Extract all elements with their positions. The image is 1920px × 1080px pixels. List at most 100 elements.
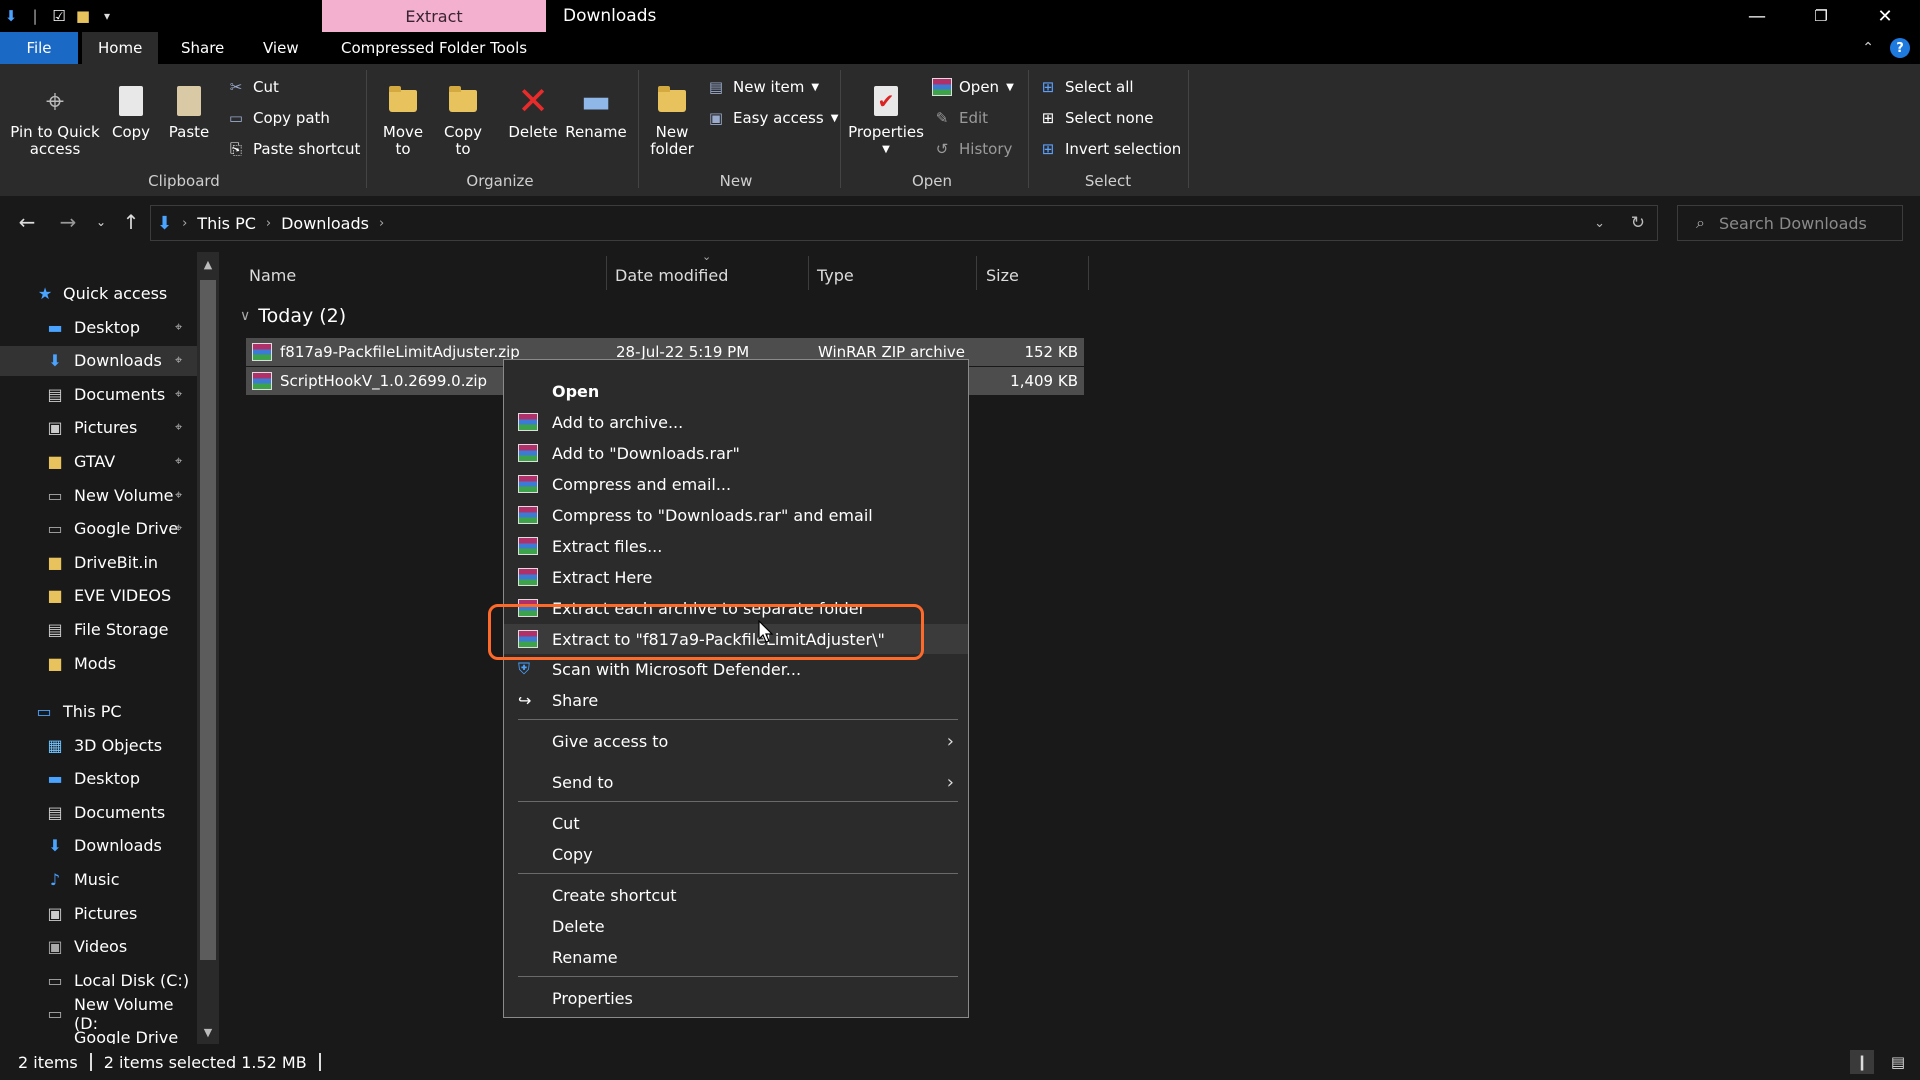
scroll-down-icon[interactable]: ▼ (200, 1026, 216, 1039)
menu-item-create-shortcut[interactable]: Create shortcut (504, 880, 968, 910)
nav-this-pc[interactable]: ▭ This PC (0, 696, 200, 726)
large-icons-view-icon[interactable]: ▤ (1886, 1050, 1910, 1074)
breadcrumb-downloads[interactable]: Downloads (281, 214, 369, 233)
invert-selection-button[interactable]: ⊞ Invert selection (1038, 138, 1182, 160)
column-divider[interactable] (606, 256, 607, 290)
tab-compressed-folder-tools[interactable]: Compressed Folder Tools (325, 32, 543, 64)
nav-item[interactable]: ▭ Google Drive ⌖ (0, 514, 200, 544)
delete-button[interactable]: ✕ Delete (505, 82, 561, 141)
column-header-date-modified[interactable]: Date modified (615, 260, 728, 290)
copy-path-button[interactable]: ▭ Copy path (226, 107, 330, 129)
column-header-type[interactable]: Type (817, 260, 854, 290)
nav-item[interactable]: ▭ Local Disk (C:) (0, 965, 200, 995)
nav-item[interactable]: ▭ Google Drive (G: (0, 1028, 200, 1044)
forward-arrow-icon[interactable]: → (53, 207, 83, 237)
customize-toolbar-icon[interactable]: ▾ (98, 7, 116, 25)
nav-item[interactable]: ▤ File Storage (0, 614, 200, 644)
history-button[interactable]: ↺ History (932, 138, 1013, 160)
back-arrow-icon[interactable]: ← (12, 207, 42, 237)
move-to-button[interactable]: Move to (378, 82, 428, 158)
details-view-icon[interactable]: ❙ (1850, 1050, 1874, 1074)
nav-item[interactable]: ▭ New Volume (D: (0, 995, 200, 1033)
nav-item[interactable]: ▤ Documents ⌖ (0, 379, 200, 409)
collapse-ribbon-icon[interactable]: ⌃ (1862, 40, 1874, 56)
menu-item-winrar[interactable]: Add to archive... (504, 407, 968, 437)
new-folder-button[interactable]: New folder (644, 82, 700, 158)
up-arrow-icon[interactable]: ↑ (116, 207, 146, 237)
tab-file[interactable]: File (0, 32, 78, 64)
menu-item-give-access-to[interactable]: Give access to › (504, 726, 968, 756)
tab-view[interactable]: View (247, 32, 315, 64)
menu-item-cut[interactable]: Cut (504, 808, 968, 838)
nav-item[interactable]: ▤ Documents (0, 797, 200, 827)
open-button[interactable]: Open ▼ (932, 76, 1014, 98)
nav-item[interactable]: ■ DriveBit.in (0, 547, 200, 577)
nav-item[interactable]: ⬇ Downloads (0, 831, 200, 861)
nav-item[interactable]: ⬇ Downloads ⌖ (0, 345, 200, 376)
column-divider[interactable] (808, 256, 809, 290)
menu-item-open[interactable]: Open (504, 376, 968, 406)
column-divider[interactable] (1088, 256, 1089, 290)
column-divider[interactable] (976, 256, 977, 290)
close-icon[interactable]: ✕ (1856, 0, 1914, 32)
nav-item[interactable]: ▦ 3D Objects (0, 730, 200, 760)
menu-item-winrar[interactable]: Extract files... (504, 531, 968, 561)
select-none-button[interactable]: ⊞ Select none (1038, 107, 1154, 129)
nav-item[interactable]: ■ GTAV ⌖ (0, 446, 200, 476)
nav-item[interactable]: ■ Mods (0, 648, 200, 678)
paste-button[interactable]: Paste (164, 82, 214, 141)
new-folder-icon[interactable]: ■ (74, 7, 92, 25)
paste-shortcut-button[interactable]: ⎘ Paste shortcut (226, 138, 360, 160)
tab-share[interactable]: Share (165, 32, 240, 64)
nav-item[interactable]: ▣ Pictures ⌖ (0, 413, 200, 443)
nav-item[interactable]: ▬ Desktop (0, 764, 200, 794)
menu-item-properties[interactable]: Properties (504, 983, 968, 1013)
menu-item-winrar[interactable]: Add to "Downloads.rar" (504, 438, 968, 468)
rename-button[interactable]: ▬ Rename (565, 82, 627, 141)
menu-item-winrar[interactable]: Compress and email... (504, 469, 968, 499)
copy-to-button[interactable]: Copy to (438, 82, 488, 158)
menu-item-winrar[interactable]: Compress to "Downloads.rar" and email (504, 500, 968, 530)
menu-item-delete[interactable]: Delete (504, 911, 968, 941)
scroll-up-icon[interactable]: ▲ (200, 258, 216, 271)
down-arrow-icon[interactable]: ⬇ (2, 7, 20, 25)
breadcrumb-this-pc[interactable]: This PC (197, 214, 256, 233)
menu-item-winrar[interactable]: Extract Here (504, 562, 968, 592)
group-label-organize: Organize (466, 172, 534, 190)
file-size: 1,409 KB (1010, 372, 1078, 390)
properties-button[interactable]: ✔ Properties ▼ (848, 82, 924, 158)
easy-access-button[interactable]: ▣ Easy access ▼ (706, 107, 838, 129)
cut-button[interactable]: ✂ Cut (226, 76, 279, 98)
group-header-today[interactable]: ∨ Today (2) (240, 302, 346, 330)
menu-item-send-to[interactable]: Send to › (504, 767, 968, 797)
properties-check-icon[interactable]: ☑ (50, 7, 68, 25)
select-all-button[interactable]: ⊞ Select all (1038, 76, 1134, 98)
nav-item[interactable]: ▣ Pictures (0, 898, 200, 928)
column-header-name[interactable]: Name (249, 260, 296, 290)
new-item-button[interactable]: ▤ New item ▼ (706, 76, 819, 98)
nav-pane-scroll-thumb[interactable] (200, 280, 216, 960)
copy-button[interactable]: Copy (106, 82, 156, 141)
refresh-icon[interactable]: ↻ (1631, 213, 1645, 233)
nav-quick-access[interactable]: ★ Quick access (0, 278, 200, 308)
recent-locations-chevron-icon[interactable]: ⌄ (86, 207, 116, 237)
tab-home[interactable]: Home (82, 32, 159, 64)
address-history-chevron-icon[interactable]: ⌄ (1594, 216, 1605, 231)
nav-item[interactable]: ▭ New Volume ⌖ (0, 480, 200, 510)
menu-item-copy[interactable]: Copy (504, 839, 968, 869)
column-header-size[interactable]: Size (986, 260, 1019, 290)
address-bar[interactable]: ⬇ › This PC › Downloads › ⌄ ↻ (150, 205, 1658, 241)
menu-item-rename[interactable]: Rename (504, 942, 968, 972)
search-input[interactable]: ⌕ Search Downloads (1677, 205, 1903, 241)
help-icon[interactable]: ? (1890, 38, 1910, 58)
nav-item[interactable]: ♪ Music (0, 864, 200, 894)
minimize-icon[interactable]: — (1728, 0, 1786, 32)
pin-to-quick-access-button[interactable]: ⌖ Pin to Quick access (8, 82, 102, 158)
menu-item-share[interactable]: ↪ Share (504, 685, 968, 715)
nav-item[interactable]: ■ EVE VIDEOS (0, 581, 200, 611)
nav-item[interactable]: ▣ Videos (0, 932, 200, 962)
nav-item[interactable]: ▬ Desktop ⌖ (0, 312, 200, 342)
edit-button[interactable]: ✎ Edit (932, 107, 988, 129)
search-icon: ⌕ (1696, 213, 1705, 232)
restore-icon[interactable]: ❐ (1792, 0, 1850, 32)
